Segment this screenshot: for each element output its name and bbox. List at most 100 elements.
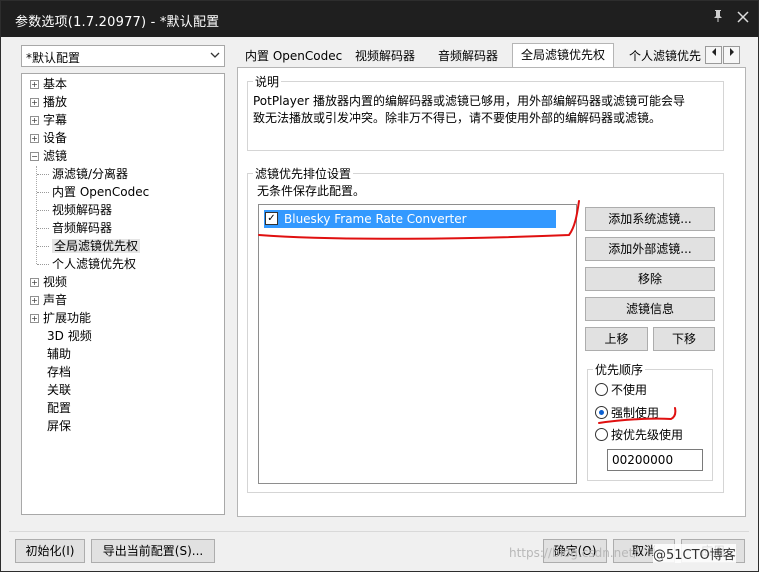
tree-item-label: 源滤镜/分离器 <box>52 167 129 181</box>
tree-item-label: 播放 <box>43 95 68 109</box>
collapse-icon[interactable]: − <box>30 152 39 161</box>
tab-global-filter-priority[interactable]: 全局滤镜优先权 <box>512 43 615 67</box>
title-bar[interactable]: 参数选项(1.7.20977) - *默认配置 <box>1 1 758 37</box>
expand-icon[interactable]: + <box>30 116 39 125</box>
tree-item-label: 基本 <box>43 77 68 91</box>
remove-button[interactable]: 移除 <box>585 267 715 291</box>
tree-item-video-decoders[interactable]: 视频解码器 <box>37 201 112 219</box>
radio-label: 强制使用 <box>611 406 660 420</box>
tree-item-label: 视频 <box>43 275 68 289</box>
tree-item-screensaver[interactable]: 屏保 <box>47 417 71 435</box>
filter-info-button[interactable]: 滤镜信息 <box>585 297 715 321</box>
window-title: 参数选项(1.7.20977) - *默认配置 <box>15 15 220 30</box>
tab-builtin-opencodec[interactable]: 内置 OpenCodec <box>243 45 344 67</box>
export-config-button[interactable]: 导出当前配置(S)... <box>91 539 215 563</box>
tree-connector <box>37 210 49 211</box>
tab-personal-filter-priority[interactable]: 个人滤镜优先 <box>627 45 705 67</box>
filter-name: Bluesky Frame Rate Converter <box>284 212 467 226</box>
tree-item-audio-decoders[interactable]: 音频解码器 <box>37 219 112 237</box>
pin-icon[interactable] <box>709 9 727 27</box>
tree-connector <box>37 264 49 265</box>
tree-item-archive[interactable]: 存档 <box>47 363 71 381</box>
filter-list[interactable]: ✓ Bluesky Frame Rate Converter <box>258 204 577 484</box>
radio-label: 按优先级使用 <box>611 428 684 442</box>
tree-item-video[interactable]: + 视频 <box>30 273 67 291</box>
radio-button[interactable] <box>595 428 608 441</box>
watermark-url: https://blog.csdn.net/ <box>509 546 638 560</box>
tab-audio-decoders[interactable]: 音频解码器 <box>436 45 500 67</box>
tree-item-label: 辅助 <box>47 347 72 361</box>
tree-item-assist[interactable]: 辅助 <box>47 345 71 363</box>
move-down-button[interactable]: 下移 <box>653 327 715 351</box>
description-text: PotPlayer 播放器内置的编解码器或滤镜已够用，用外部编解码器或滤镜可能会… <box>253 93 723 127</box>
expand-icon[interactable]: + <box>30 134 39 143</box>
initialize-button[interactable]: 初始化(I) <box>15 539 85 563</box>
tree-item-config[interactable]: 配置 <box>47 399 71 417</box>
tree-item-label: 音频解码器 <box>52 221 113 235</box>
radio-button[interactable] <box>595 383 608 396</box>
priority-order-title: 优先顺序 <box>593 361 646 378</box>
tree-item-devices[interactable]: + 设备 <box>30 129 67 147</box>
radio-disable[interactable]: 不使用 <box>595 381 647 399</box>
expand-icon[interactable]: + <box>30 98 39 107</box>
description-line-1: PotPlayer 播放器内置的编解码器或滤镜已够用，用外部编解码器或滤镜可能会… <box>253 94 686 108</box>
description-title: 说明 <box>253 73 282 90</box>
expand-icon[interactable]: + <box>30 278 39 287</box>
tree-item-audio[interactable]: + 声音 <box>30 291 67 309</box>
add-system-filter-button[interactable]: 添加系统滤镜... <box>585 207 715 231</box>
preferences-window: 参数选项(1.7.20977) - *默认配置 *默认配置 + 基本 + 播放 + 字… <box>0 0 759 572</box>
add-external-filter-button[interactable]: 添加外部滤镜... <box>585 237 715 261</box>
radio-button[interactable] <box>595 406 608 419</box>
filter-checkbox[interactable]: ✓ <box>265 212 278 225</box>
description-line-2: 致无法播放或引发冲突。除非万不得已，请不要使用外部的编解码器或滤镜。 <box>253 111 662 125</box>
tree-item-label: 滤镜 <box>43 149 68 163</box>
tree-item-extensions[interactable]: + 扩展功能 <box>30 309 91 327</box>
tree-item-global-filter-priority[interactable]: 全局滤镜优先权 <box>37 237 141 255</box>
preset-dropdown[interactable]: *默认配置 <box>21 45 225 67</box>
tree-item-subtitles[interactable]: + 字幕 <box>30 111 67 129</box>
save-note: 无条件保存此配置。 <box>257 184 366 198</box>
tree-item-label: 关联 <box>47 383 72 397</box>
footer-divider <box>9 531 749 532</box>
tab-strip: 内置 OpenCodec 视频解码器 音频解码器 全局滤镜优先权 个人滤镜优先 <box>237 43 745 67</box>
tree-item-label: 屏保 <box>47 419 72 433</box>
tab-scroll-right-icon[interactable] <box>723 46 740 64</box>
tree-item-label: 设备 <box>43 131 68 145</box>
tree-item-basic[interactable]: + 基本 <box>30 75 67 93</box>
tree-item-source-filters[interactable]: 源滤镜/分离器 <box>37 165 128 183</box>
radio-force-use[interactable]: 强制使用 <box>595 404 659 422</box>
move-up-button[interactable]: 上移 <box>585 327 648 351</box>
tree-item-label: 声音 <box>43 293 68 307</box>
tree-item-personal-filter-priority[interactable]: 个人滤镜优先权 <box>37 255 136 273</box>
tree-item-playback[interactable]: + 播放 <box>30 93 67 111</box>
filter-priority-title: 滤镜优先排位设置 <box>253 165 354 182</box>
filter-list-item[interactable]: ✓ Bluesky Frame Rate Converter <box>264 210 556 228</box>
close-icon[interactable] <box>734 9 752 27</box>
settings-tree[interactable]: + 基本 + 播放 + 字幕 + 设备 − 滤镜 源滤镜/分离器 内置 OpenCodec… <box>21 73 225 515</box>
tree-item-3d-video[interactable]: 3D 视频 <box>47 327 92 345</box>
expand-icon[interactable]: + <box>30 80 39 89</box>
tree-item-filters[interactable]: − 滤镜 <box>30 147 67 165</box>
radio-by-priority[interactable]: 按优先级使用 <box>595 426 683 444</box>
tree-connector <box>37 228 49 229</box>
tree-item-builtin-opencodec[interactable]: 内置 OpenCodec <box>37 183 149 201</box>
priority-value-input[interactable]: 00200000 <box>607 449 703 471</box>
preset-value: *默认配置 <box>26 51 81 65</box>
radio-label: 不使用 <box>611 383 648 397</box>
expand-icon[interactable]: + <box>30 314 39 323</box>
tree-item-label: 内置 OpenCodec <box>52 185 150 199</box>
tree-item-label: 配置 <box>47 401 72 415</box>
tree-connector <box>37 174 49 175</box>
tree-item-label: 3D 视频 <box>47 329 92 343</box>
tab-video-decoders[interactable]: 视频解码器 <box>353 45 417 67</box>
expand-icon[interactable]: + <box>30 296 39 305</box>
tree-item-label: 个人滤镜优先权 <box>52 257 137 271</box>
watermark-brand: @51CTO博客 <box>653 544 736 563</box>
tree-item-label: 存档 <box>47 365 72 379</box>
chevron-down-icon <box>210 48 220 65</box>
tree-item-association[interactable]: 关联 <box>47 381 71 399</box>
tab-scroll-left-icon[interactable] <box>705 46 722 64</box>
tree-connector <box>37 192 49 193</box>
tree-item-label: 全局滤镜优先权 <box>52 239 141 253</box>
tree-item-label: 视频解码器 <box>52 203 113 217</box>
